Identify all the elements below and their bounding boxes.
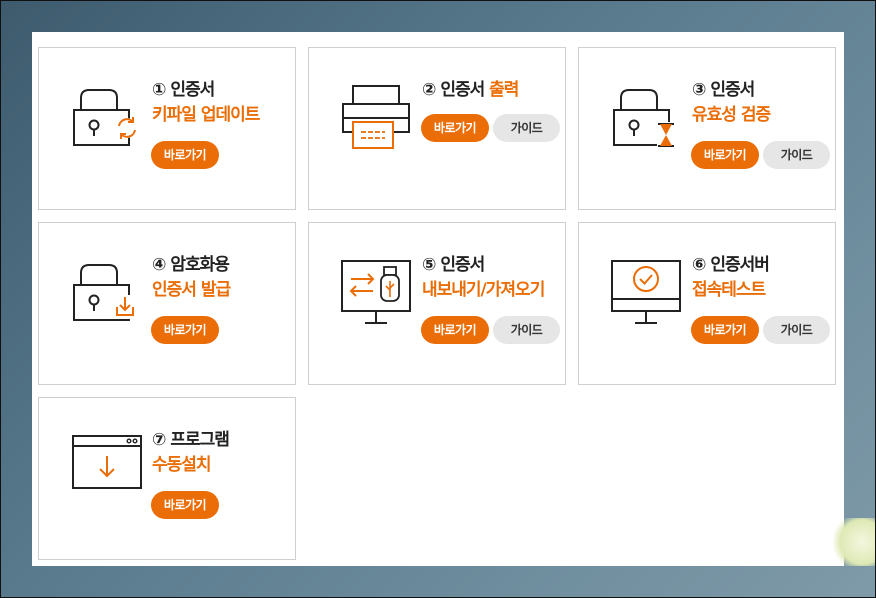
lock-hourglass-icon — [613, 89, 675, 148]
card-title-line2: 접속테스트 — [692, 280, 766, 300]
background-decoration — [830, 518, 876, 566]
card-cert-print: ② 인증서 출력 바로가기 가이드 — [308, 47, 566, 210]
card-number: ④ — [152, 255, 166, 275]
go-button[interactable]: 바로가기 — [421, 114, 489, 142]
go-button[interactable]: 바로가기 — [421, 316, 489, 344]
card-title-line1: 인증서 — [710, 80, 755, 100]
card-title: ⑦ 프로그램 수동설치 — [152, 428, 230, 478]
card-title-line2: 내보내기/가져오기 — [422, 280, 545, 300]
card-title: ① 인증서 키파일 업데이트 — [152, 78, 260, 128]
go-button[interactable]: 바로가기 — [151, 491, 219, 519]
card-title-line2: 수동설치 — [152, 455, 212, 475]
card-title-line2: 키파일 업데이트 — [152, 105, 260, 125]
card-title-line1: 인증서버 — [710, 255, 770, 275]
lock-download-icon — [73, 264, 135, 321]
card-program-manual-install: ⑦ 프로그램 수동설치 바로가기 — [38, 397, 296, 560]
guide-button[interactable]: 가이드 — [763, 316, 830, 344]
card-title-line2: 인증서 발급 — [152, 280, 231, 300]
card-number: ⑦ — [152, 430, 166, 450]
card-number: ① — [152, 80, 166, 100]
card-title: ③ 인증서 유효성 검증 — [692, 78, 771, 128]
card-title-accent: 출력 — [489, 80, 519, 100]
go-button[interactable]: 바로가기 — [151, 316, 219, 344]
go-button[interactable]: 바로가기 — [691, 316, 759, 344]
card-title: ⑤ 인증서 내보내기/가져오기 — [422, 253, 545, 303]
card-title-line1: 인증서 — [170, 80, 215, 100]
monitor-usb-icon — [341, 260, 411, 324]
card-cert-export-import: ⑤ 인증서 내보내기/가져오기 바로가기 가이드 — [308, 222, 566, 385]
card-cert-server-test: ⑥ 인증서버 접속테스트 바로가기 가이드 — [578, 222, 836, 385]
card-number: ③ — [692, 80, 706, 100]
printer-icon — [342, 85, 410, 149]
go-button[interactable]: 바로가기 — [151, 141, 219, 169]
card-encryption-cert-issue: ④ 암호화용 인증서 발급 바로가기 — [38, 222, 296, 385]
card-title-line1: 인증서 — [440, 255, 485, 275]
card-title: ② 인증서 출력 — [422, 78, 519, 103]
lock-refresh-icon — [73, 89, 137, 146]
guide-button[interactable]: 가이드 — [493, 114, 560, 142]
card-title-line1: 인증서 — [440, 80, 485, 100]
card-cert-keyfile-update: ① 인증서 키파일 업데이트 바로가기 — [38, 47, 296, 210]
card-title: ④ 암호화용 인증서 발급 — [152, 253, 231, 303]
card-title-line1: 암호화용 — [170, 255, 230, 275]
window-download-icon — [72, 435, 142, 489]
card-title-line2: 유효성 검증 — [692, 105, 771, 125]
monitor-check-icon — [611, 260, 681, 324]
guide-button[interactable]: 가이드 — [763, 141, 830, 169]
go-button[interactable]: 바로가기 — [691, 141, 759, 169]
card-title-line1: 프로그램 — [170, 430, 230, 450]
guide-button[interactable]: 가이드 — [493, 316, 560, 344]
cert-management-panel: ① 인증서 키파일 업데이트 바로가기 ② 인증서 출력 바로가기 가이드 ③ … — [32, 32, 844, 566]
card-number: ⑤ — [422, 255, 436, 275]
card-cert-validity-check: ③ 인증서 유효성 검증 바로가기 가이드 — [578, 47, 836, 210]
card-number: ⑥ — [692, 255, 706, 275]
card-number: ② — [422, 80, 436, 100]
card-title: ⑥ 인증서버 접속테스트 — [692, 253, 770, 303]
